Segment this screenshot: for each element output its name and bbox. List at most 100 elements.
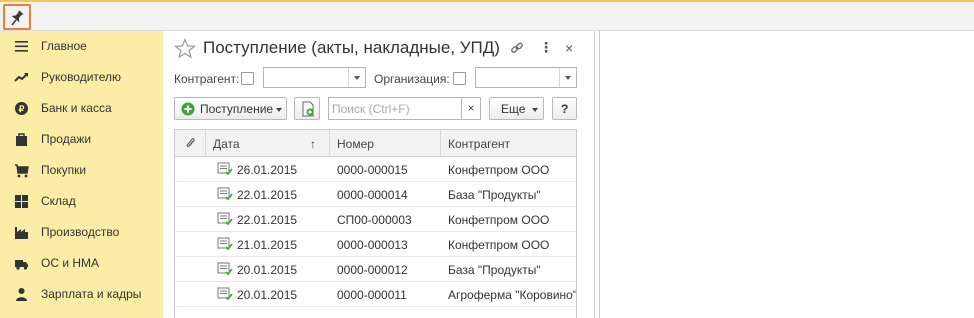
number-cell: СП00-000003 bbox=[337, 213, 412, 227]
more-button[interactable]: Еще bbox=[489, 97, 544, 120]
create-receipt-label: Поступление bbox=[200, 102, 274, 116]
table-row[interactable]: 20.01.2015 0000-000012 База "Продукты" bbox=[175, 257, 576, 282]
sidebar-item-fixed-assets[interactable]: ОС и НМА bbox=[0, 248, 163, 279]
date-column-header[interactable]: Дата ↑ bbox=[206, 130, 330, 157]
coin-icon: ₽ bbox=[15, 102, 28, 115]
sidebar-item-label: Производство bbox=[41, 225, 120, 239]
create-based-on-button[interactable] bbox=[294, 97, 320, 120]
search-placeholder: Поиск (Ctrl+F) bbox=[332, 102, 410, 116]
panel-divider bbox=[594, 31, 595, 318]
date-cell: 22.01.2015 bbox=[237, 213, 298, 227]
counterparty-cell: Агроферма "Коровино" bbox=[448, 288, 577, 302]
sidebar-item-label: Покупки bbox=[41, 163, 87, 177]
sidebar-item-label: Банк и касса bbox=[41, 101, 112, 115]
shopping-bag-icon bbox=[16, 133, 27, 146]
counterparty-cell: Конфетпром ООО bbox=[448, 238, 550, 252]
number-column-label: Номер bbox=[337, 137, 374, 151]
date-cell: 26.01.2015 bbox=[237, 163, 298, 177]
svg-text:₽: ₽ bbox=[19, 104, 25, 114]
posted-document-icon bbox=[217, 162, 233, 176]
sidebar-item-label: Склад bbox=[41, 194, 76, 208]
number-cell: 0000-000011 bbox=[337, 288, 407, 302]
sidebar-item-salary[interactable]: Зарплата и кадры bbox=[0, 279, 163, 310]
counterparty-cell: База "Продукты" bbox=[448, 263, 541, 277]
top-bar bbox=[0, 0, 974, 31]
organization-filter-checkbox[interactable] bbox=[453, 72, 466, 85]
posted-document-icon bbox=[217, 287, 233, 301]
paperclip-icon bbox=[186, 138, 195, 148]
form-title: Поступление (акты, накладные, УПД) bbox=[203, 38, 500, 57]
table-row[interactable]: 20.01.2015 0000-000011 Агроферма "Корови… bbox=[175, 282, 576, 307]
documents-table: Дата ↑ Номер Контрагент 26.01.2015 0000-… bbox=[174, 129, 577, 318]
organization-filter-combo[interactable] bbox=[475, 67, 577, 88]
posted-document-icon bbox=[217, 262, 233, 276]
sort-ascending-icon: ↑ bbox=[310, 137, 316, 151]
date-cell: 20.01.2015 bbox=[237, 263, 298, 277]
menu-lines-icon bbox=[15, 41, 28, 52]
chevron-down-icon[interactable] bbox=[559, 68, 576, 87]
chevron-down-icon bbox=[532, 108, 538, 112]
date-cell: 21.01.2015 bbox=[237, 238, 298, 252]
table-row[interactable]: 22.01.2015 СП00-000003 Конфетпром ООО bbox=[175, 207, 576, 232]
sidebar-item-label: ОС и НМА bbox=[41, 256, 100, 270]
posted-document-icon bbox=[217, 187, 233, 201]
date-cell: 20.01.2015 bbox=[237, 288, 298, 302]
sidebar-item-bank[interactable]: ₽ Банк и касса bbox=[0, 93, 163, 124]
posted-document-icon bbox=[217, 237, 233, 251]
add-circle-icon bbox=[181, 102, 195, 116]
posted-document-icon bbox=[217, 212, 233, 226]
help-button-label: ? bbox=[561, 102, 569, 116]
number-column-header[interactable]: Номер bbox=[330, 130, 441, 157]
sidebar-item-production[interactable]: Производство bbox=[0, 217, 163, 248]
search-input[interactable]: Поиск (Ctrl+F) bbox=[328, 97, 462, 120]
number-cell: 0000-000013 bbox=[337, 238, 408, 252]
chevron-down-icon bbox=[276, 108, 282, 112]
sidebar-item-label: Главное bbox=[41, 39, 87, 53]
number-cell: 0000-000014 bbox=[337, 188, 408, 202]
counterparty-column-label: Контрагент bbox=[448, 137, 511, 151]
sidebar-item-label: Продажи bbox=[41, 132, 92, 146]
sidebar-item-main[interactable]: Главное bbox=[0, 31, 163, 62]
shopping-cart-icon bbox=[15, 164, 29, 178]
sidebar-item-label: Руководителю bbox=[41, 70, 122, 84]
number-cell: 0000-000012 bbox=[337, 263, 408, 277]
counterparty-column-header[interactable]: Контрагент bbox=[441, 130, 576, 157]
sidebar-item-manager[interactable]: Руководителю bbox=[0, 62, 163, 93]
pin-icon bbox=[11, 10, 24, 26]
more-actions-icon[interactable]: ⋮ bbox=[539, 39, 553, 56]
chevron-down-icon[interactable] bbox=[348, 68, 365, 87]
attachment-column-header[interactable] bbox=[175, 130, 206, 157]
sidebar-item-label: Зарплата и кадры bbox=[41, 287, 142, 301]
pin-button[interactable] bbox=[3, 4, 31, 30]
close-icon[interactable]: × bbox=[565, 40, 573, 56]
counterparty-filter-combo[interactable] bbox=[263, 67, 366, 88]
factory-icon bbox=[15, 227, 28, 239]
sidebar-item-sales[interactable]: Продажи bbox=[0, 124, 163, 155]
number-cell: 0000-000015 bbox=[337, 163, 408, 177]
more-button-label: Еще bbox=[501, 102, 526, 116]
table-row[interactable]: 26.01.2015 0000-000015 Конфетпром ООО bbox=[175, 157, 576, 182]
table-header: Дата ↑ Номер Контрагент bbox=[175, 130, 576, 157]
counterparty-filter-checkbox[interactable] bbox=[241, 72, 254, 85]
counterparty-cell: База "Продукты" bbox=[448, 188, 541, 202]
counterparty-cell: Конфетпром ООО bbox=[448, 213, 550, 227]
table-row[interactable]: 21.01.2015 0000-000013 Конфетпром ООО bbox=[175, 232, 576, 257]
panel-splitter[interactable] bbox=[599, 31, 600, 318]
trend-up-icon bbox=[14, 73, 28, 82]
create-receipt-button[interactable]: Поступление bbox=[174, 97, 287, 120]
help-button[interactable]: ? bbox=[552, 97, 577, 120]
date-column-label: Дата bbox=[213, 137, 240, 151]
table-row[interactable]: 22.01.2015 0000-000014 База "Продукты" bbox=[175, 182, 576, 207]
sidebar-item-warehouse[interactable]: Склад bbox=[0, 186, 163, 217]
date-cell: 22.01.2015 bbox=[237, 188, 298, 202]
link-icon[interactable] bbox=[510, 41, 524, 55]
truck-icon bbox=[15, 260, 28, 270]
counterparty-cell: Конфетпром ООО bbox=[448, 163, 550, 177]
sidebar-item-purchases[interactable]: Покупки bbox=[0, 155, 163, 186]
warehouse-grid-icon bbox=[15, 195, 28, 208]
organization-filter-label: Организация: bbox=[374, 72, 450, 86]
search-clear-button[interactable]: × bbox=[461, 97, 481, 120]
favorite-star-icon[interactable] bbox=[174, 38, 196, 59]
counterparty-filter-label: Контрагент: bbox=[174, 72, 240, 86]
document-add-icon bbox=[302, 101, 314, 117]
